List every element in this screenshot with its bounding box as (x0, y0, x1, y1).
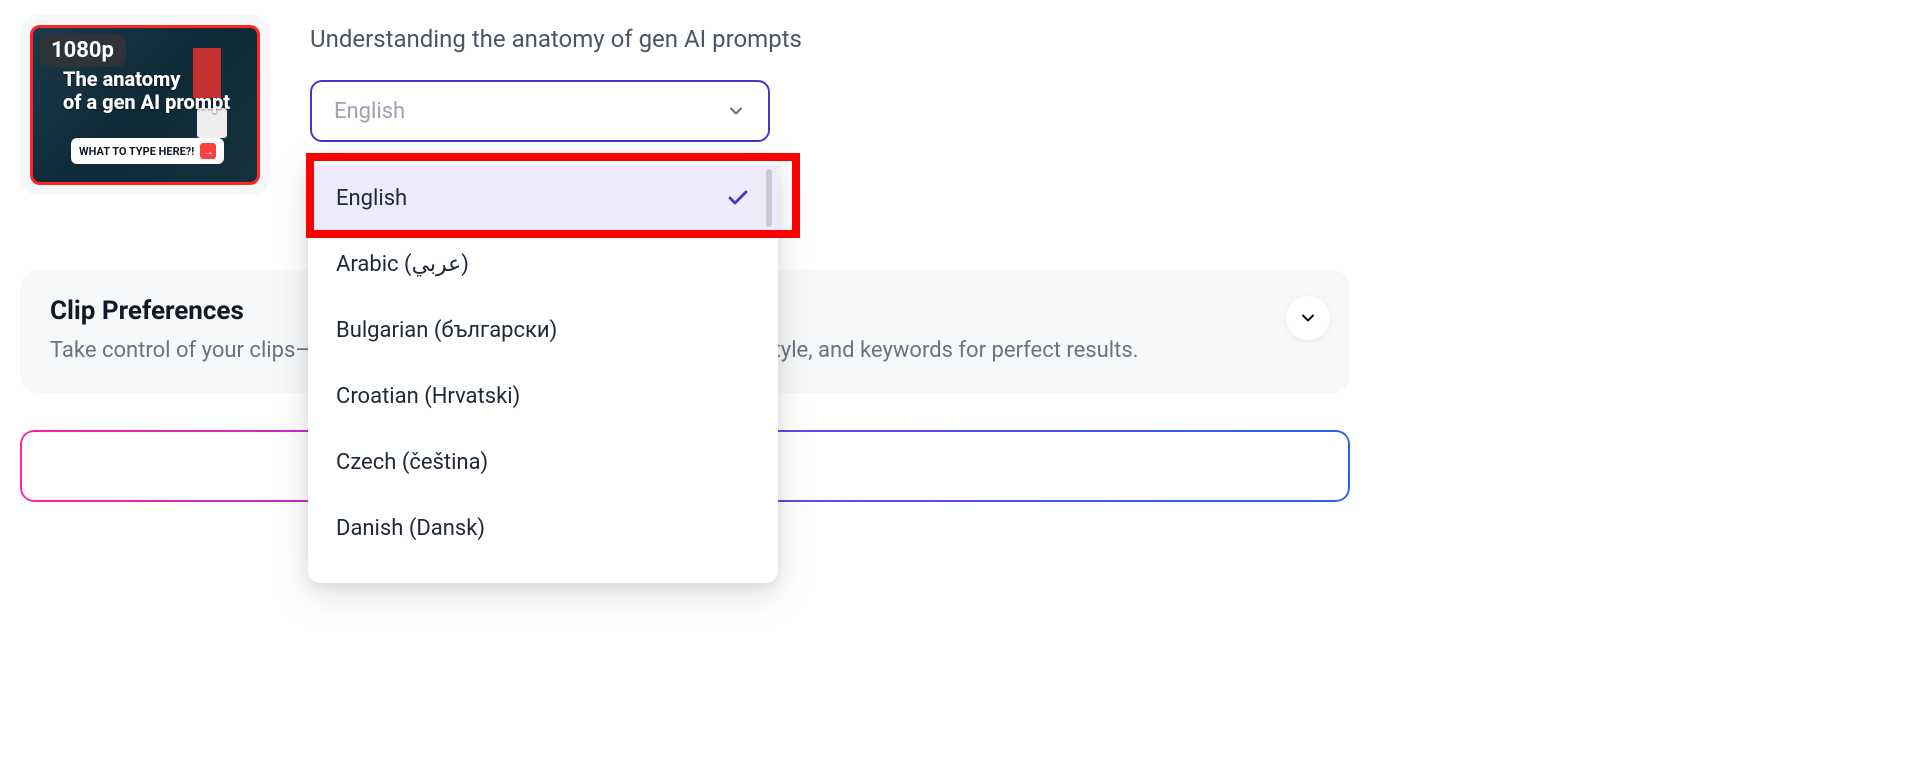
scrollbar-thumb[interactable] (766, 169, 772, 227)
language-option[interactable]: Czech (čeština) (308, 429, 778, 495)
chevron-down-icon (726, 101, 746, 121)
check-icon (726, 186, 750, 210)
language-option[interactable]: Bulgarian (български) (308, 297, 778, 363)
chevron-down-icon (1298, 308, 1318, 328)
thumbnail-title-line: of a gen AI prompt (63, 90, 230, 114)
language-option-label: Czech (čeština) (336, 450, 488, 475)
language-option-label: Arabic (عربي) (336, 252, 469, 277)
language-option[interactable]: Arabic (عربي) (308, 231, 778, 297)
language-select-value: English (334, 99, 405, 124)
thumbnail-title-line: The anatomy (63, 67, 180, 91)
language-option[interactable]: Croatian (Hrvatski) (308, 363, 778, 429)
language-option-label: Croatian (Hrvatski) (336, 384, 520, 409)
language-option[interactable]: Danish (Dansk) (308, 495, 778, 561)
language-option-label: English (336, 186, 407, 211)
arrow-right-icon: → (200, 143, 216, 159)
language-option[interactable]: English (308, 165, 778, 231)
thumbnail-title: The anatomy of a gen AI prompt (63, 68, 230, 114)
language-dropdown: English Arabic (عربي) Bulgarian (български… (308, 155, 778, 583)
language-option-label: Danish (Dansk) (336, 516, 485, 541)
expand-toggle[interactable] (1286, 296, 1330, 340)
language-select[interactable]: English (310, 80, 770, 142)
thumbnail-caption-text: WHAT TO TYPE HERE?! (79, 145, 194, 158)
resolution-badge: 1080p (39, 34, 126, 67)
video-thumbnail-container: 1080p The anatomy of a gen AI prompt WHA… (20, 15, 270, 195)
language-option-label: Bulgarian (български) (336, 318, 557, 343)
video-title: Understanding the anatomy of gen AI prom… (310, 25, 802, 53)
video-thumbnail[interactable]: 1080p The anatomy of a gen AI prompt WHA… (30, 25, 260, 185)
thumbnail-caption-pill: WHAT TO TYPE HERE?! → (71, 138, 224, 164)
